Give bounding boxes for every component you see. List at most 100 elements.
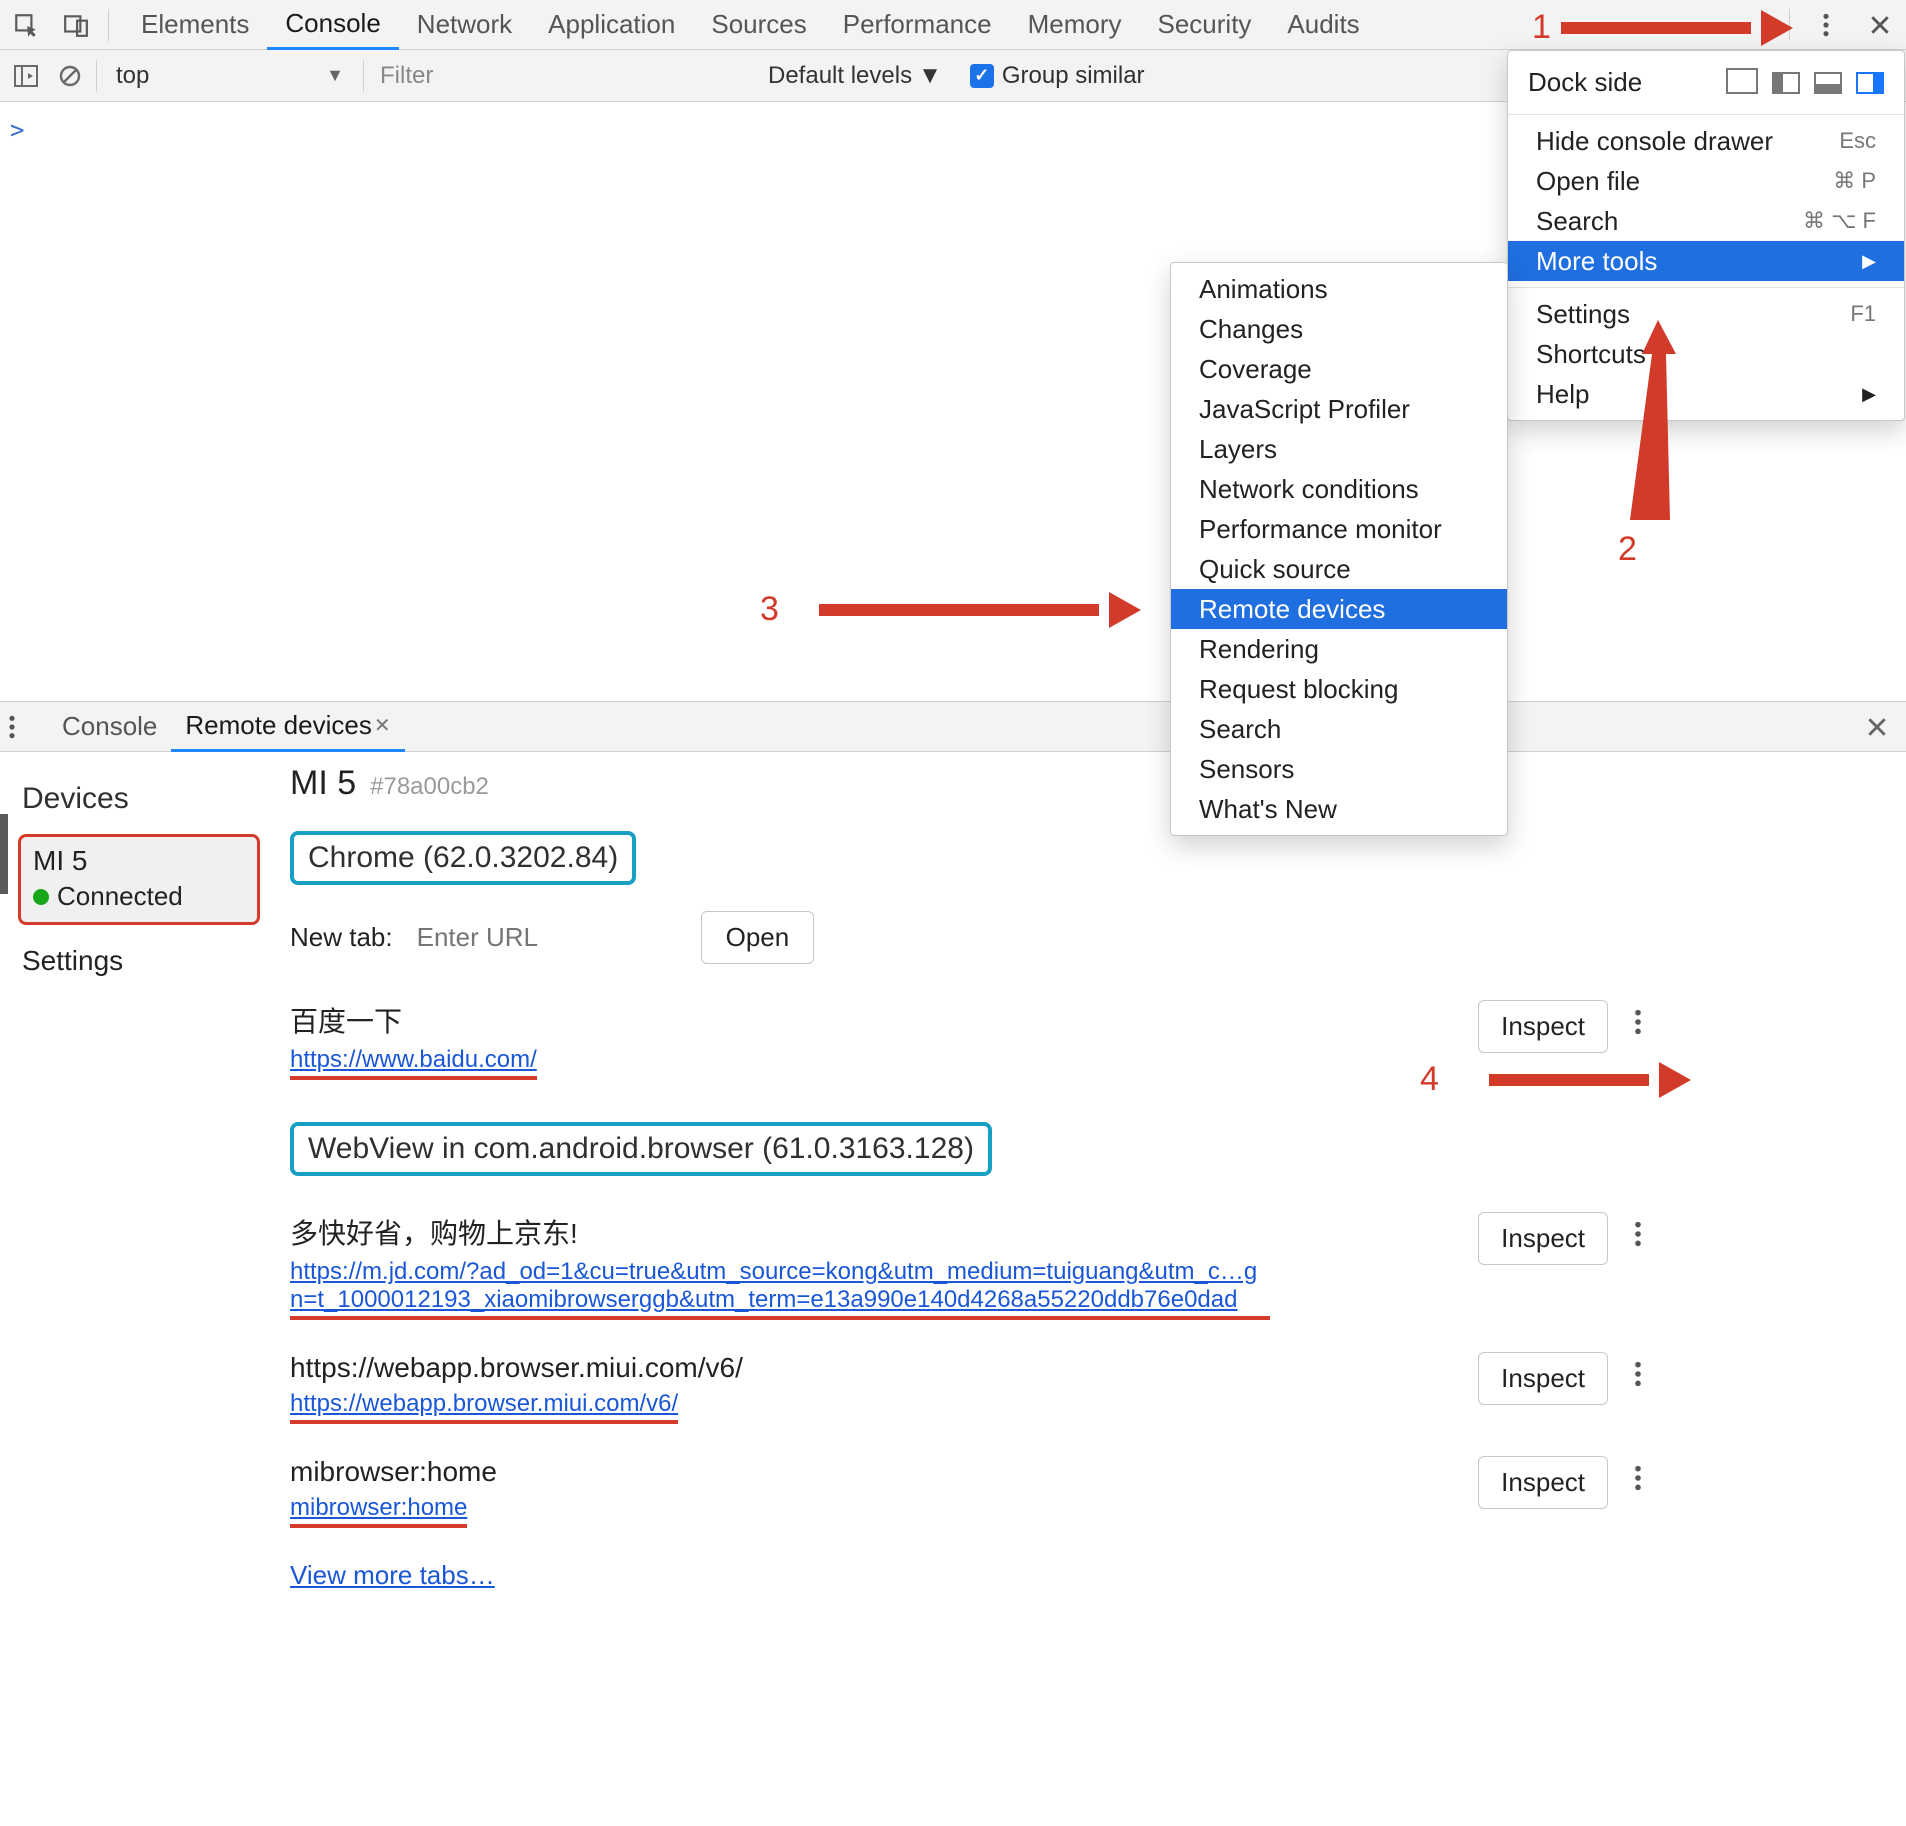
device-name: MI 5 xyxy=(33,845,245,877)
device-title-row: MI 5 #78a00cb2 xyxy=(290,764,1866,803)
sidebar-active-indicator xyxy=(0,814,8,894)
page-kebab-icon[interactable] xyxy=(1626,1352,1650,1396)
device-title: MI 5 xyxy=(290,764,356,803)
page-kebab-icon[interactable] xyxy=(1626,1212,1650,1256)
open-button[interactable]: Open xyxy=(701,911,815,964)
toggle-sidebar-icon[interactable] xyxy=(8,58,44,94)
remote-devices-sidebar: Devices MI 5 Connected Settings xyxy=(0,752,270,1652)
device-status: Connected xyxy=(57,881,183,912)
dock-bottom-icon[interactable] xyxy=(1814,72,1842,94)
page-url-link[interactable]: https://webapp.browser.miui.com/v6/ xyxy=(290,1390,678,1424)
page-url-link[interactable]: mibrowser:home xyxy=(290,1494,467,1528)
device-toolbar-icon[interactable] xyxy=(58,7,94,43)
drawer-tab-remote-devices[interactable]: Remote devices✕ xyxy=(171,702,404,752)
tab-audits[interactable]: Audits xyxy=(1269,0,1377,50)
tools-item-animations[interactable]: Animations xyxy=(1171,269,1507,309)
tab-memory[interactable]: Memory xyxy=(1010,0,1140,50)
tab-console[interactable]: Console xyxy=(267,0,398,50)
tab-application[interactable]: Application xyxy=(530,0,693,50)
tools-item-what's-new[interactable]: What's New xyxy=(1171,789,1507,829)
browser-header-webview: WebView in com.android.browser (61.0.316… xyxy=(290,1122,992,1176)
dock-undock-icon[interactable] xyxy=(1730,72,1758,94)
annotation-2 xyxy=(1600,320,1720,550)
chevron-down-icon: ▼ xyxy=(918,62,942,90)
page-kebab-icon[interactable] xyxy=(1626,1000,1650,1044)
menu-item-shortcut: F1 xyxy=(1850,301,1876,327)
log-level-selector[interactable]: Default levels ▼ xyxy=(760,62,950,90)
annotation-1: 1 xyxy=(1532,8,1793,47)
device-hash: #78a00cb2 xyxy=(370,773,489,801)
tab-sources[interactable]: Sources xyxy=(693,0,824,50)
page-entry: 多快好省，购物上京东!https://m.jd.com/?ad_od=1&cu=… xyxy=(290,1212,1650,1320)
new-tab-row: New tab: Open xyxy=(290,911,1866,964)
status-dot-icon xyxy=(33,889,49,905)
inspect-button[interactable]: Inspect xyxy=(1478,1000,1608,1053)
tab-security[interactable]: Security xyxy=(1140,0,1270,50)
tools-item-rendering[interactable]: Rendering xyxy=(1171,629,1507,669)
tools-item-search[interactable]: Search xyxy=(1171,709,1507,749)
menu-item-label: More tools xyxy=(1536,246,1657,277)
new-tab-url-input[interactable] xyxy=(417,922,677,953)
close-devtools-icon[interactable] xyxy=(1862,7,1898,43)
drawer-kebab-icon[interactable] xyxy=(8,714,36,740)
page-title: mibrowser:home xyxy=(290,1456,1460,1488)
page-url-link[interactable]: https://m.jd.com/?ad_od=1&cu=true&utm_so… xyxy=(290,1258,1270,1320)
divider xyxy=(96,60,97,92)
tools-item-remote-devices[interactable]: Remote devices xyxy=(1171,589,1507,629)
menu-separator xyxy=(1508,287,1904,288)
tools-item-request-blocking[interactable]: Request blocking xyxy=(1171,669,1507,709)
drawer-close-icon[interactable] xyxy=(1856,716,1898,738)
inspect-button[interactable]: Inspect xyxy=(1478,1352,1608,1405)
close-tab-icon[interactable]: ✕ xyxy=(374,713,391,738)
tab-network[interactable]: Network xyxy=(399,0,530,50)
menu-item-hide-console-drawer[interactable]: Hide console drawerEsc xyxy=(1508,121,1904,161)
annotation-4: 4 xyxy=(1420,1060,1691,1099)
menu-item-more-tools[interactable]: More tools▶ xyxy=(1508,241,1904,281)
tools-item-coverage[interactable]: Coverage xyxy=(1171,349,1507,389)
tools-item-sensors[interactable]: Sensors xyxy=(1171,749,1507,789)
filter-input[interactable] xyxy=(372,56,752,96)
device-entry[interactable]: MI 5 Connected xyxy=(18,834,260,925)
tools-item-layers[interactable]: Layers xyxy=(1171,429,1507,469)
dock-side-label: Dock side xyxy=(1528,67,1716,98)
inspect-element-icon[interactable] xyxy=(8,7,44,43)
tools-item-network-conditions[interactable]: Network conditions xyxy=(1171,469,1507,509)
device-status-row: Connected xyxy=(33,881,245,912)
menu-item-shortcut: ⌘ ⌥ F xyxy=(1803,208,1876,234)
tab-performance[interactable]: Performance xyxy=(825,0,1010,50)
page-title: 百度一下 xyxy=(290,1000,1460,1040)
drawer-tab-console[interactable]: Console xyxy=(48,702,171,752)
tools-item-quick-source[interactable]: Quick source xyxy=(1171,549,1507,589)
tools-item-changes[interactable]: Changes xyxy=(1171,309,1507,349)
tab-elements[interactable]: Elements xyxy=(123,0,267,50)
page-url-link[interactable]: https://www.baidu.com/ xyxy=(290,1046,537,1080)
context-selector[interactable]: top ▼ xyxy=(105,56,355,96)
menu-item-search[interactable]: Search⌘ ⌥ F xyxy=(1508,201,1904,241)
menu-item-open-file[interactable]: Open file⌘ P xyxy=(1508,161,1904,201)
annotation-label: 2 xyxy=(1618,530,1637,569)
page-title: https://webapp.browser.miui.com/v6/ xyxy=(290,1352,1460,1384)
page-kebab-icon[interactable] xyxy=(1626,1456,1650,1500)
annotation-2-label: 2 xyxy=(1618,530,1637,569)
clear-console-icon[interactable] xyxy=(52,58,88,94)
menu-separator xyxy=(1508,114,1904,115)
annotation-label: 1 xyxy=(1532,8,1551,47)
sidebar-settings[interactable]: Settings xyxy=(18,939,260,983)
menu-item-label: Open file xyxy=(1536,166,1640,197)
dock-right-icon[interactable] xyxy=(1856,72,1884,94)
menu-item-shortcut: Esc xyxy=(1839,128,1876,154)
checkbox-checked-icon: ✓ xyxy=(970,64,994,88)
tools-item-javascript-profiler[interactable]: JavaScript Profiler xyxy=(1171,389,1507,429)
page-entry: mibrowser:home mibrowser:home Inspect xyxy=(290,1456,1650,1528)
context-value: top xyxy=(116,62,149,90)
group-similar-checkbox[interactable]: ✓ Group similar xyxy=(970,62,1145,90)
divider xyxy=(363,60,364,92)
sidebar-header: Devices xyxy=(22,782,260,816)
view-more-link[interactable]: View more tabs… xyxy=(290,1560,495,1590)
kebab-menu-icon[interactable] xyxy=(1808,7,1844,43)
menu-item-label: Help xyxy=(1536,379,1589,410)
inspect-button[interactable]: Inspect xyxy=(1478,1456,1608,1509)
tools-item-performance-monitor[interactable]: Performance monitor xyxy=(1171,509,1507,549)
dock-left-icon[interactable] xyxy=(1772,72,1800,94)
inspect-button[interactable]: Inspect xyxy=(1478,1212,1608,1265)
